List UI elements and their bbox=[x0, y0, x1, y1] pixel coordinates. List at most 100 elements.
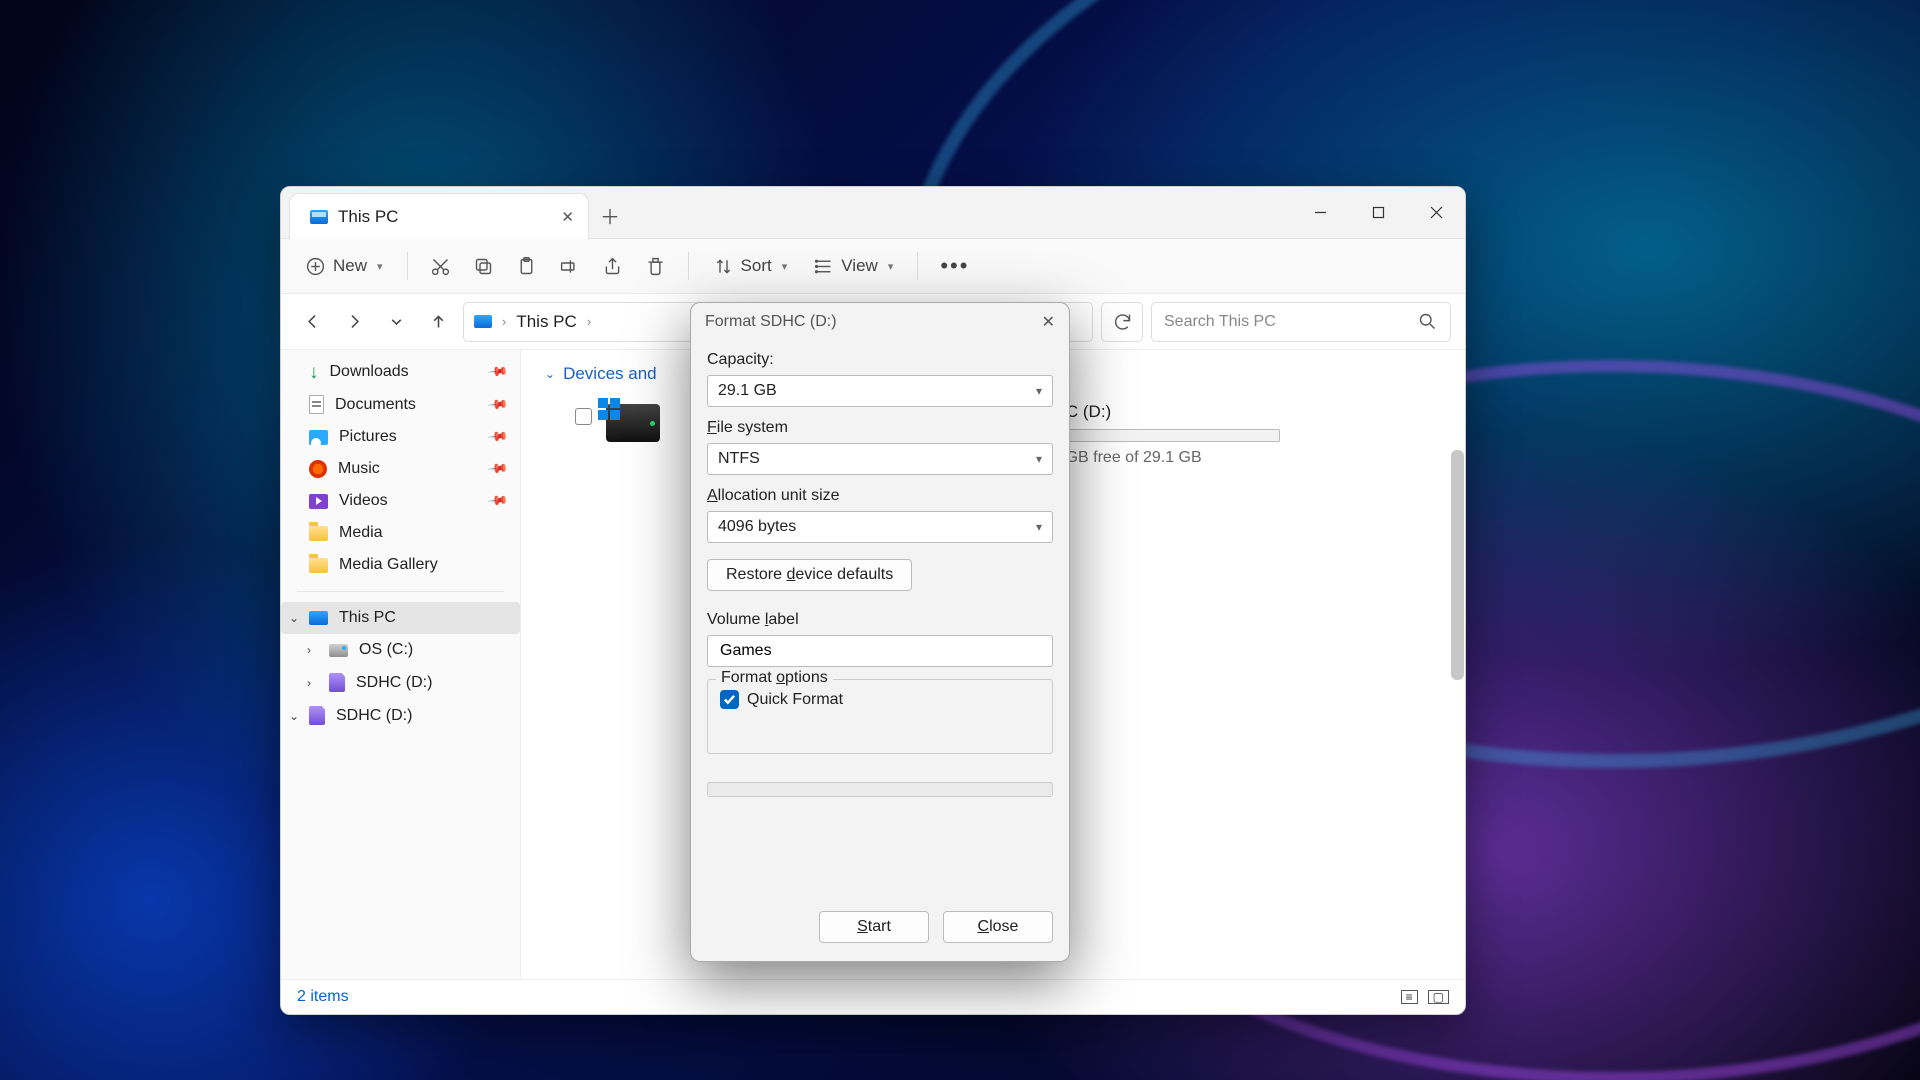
rename-button[interactable] bbox=[551, 250, 588, 283]
folder-icon bbox=[309, 526, 328, 541]
pin-icon: 📌 bbox=[487, 458, 510, 481]
search-input[interactable]: Search This PC bbox=[1151, 302, 1451, 342]
item-count: 2 items bbox=[297, 988, 349, 1006]
new-tab-button[interactable]: ＋ bbox=[589, 193, 631, 238]
pin-icon: 📌 bbox=[487, 490, 510, 513]
plus-circle-icon bbox=[305, 256, 326, 277]
sidebar-item-this-pc[interactable]: ⌄This PC bbox=[281, 602, 520, 634]
view-icon bbox=[813, 256, 834, 277]
sort-button[interactable]: Sort▾ bbox=[703, 250, 798, 283]
chevron-right-icon: › bbox=[502, 314, 506, 329]
sidebar-item-downloads[interactable]: ↓Downloads📌 bbox=[281, 356, 520, 388]
sidebar-item-media-gallery[interactable]: Media Gallery bbox=[281, 549, 520, 581]
close-tab-button[interactable]: ✕ bbox=[561, 208, 574, 226]
back-button[interactable] bbox=[295, 305, 329, 339]
up-button[interactable] bbox=[421, 305, 455, 339]
restore-defaults-button[interactable]: Restore device defaults bbox=[707, 559, 912, 591]
document-icon bbox=[309, 395, 324, 414]
download-icon: ↓ bbox=[309, 365, 319, 380]
minimize-button[interactable] bbox=[1291, 187, 1349, 238]
sidebar-item-documents[interactable]: Documents📌 bbox=[281, 388, 520, 421]
dialog-titlebar[interactable]: Format SDHC (D:) ✕ bbox=[691, 303, 1069, 341]
chevron-down-icon: ▾ bbox=[1036, 520, 1042, 534]
titlebar: This PC ✕ ＋ bbox=[281, 187, 1465, 239]
capacity-select[interactable]: 29.1 GB▾ bbox=[707, 375, 1053, 407]
close-dialog-button[interactable]: ✕ bbox=[1042, 312, 1055, 332]
chevron-down-icon: ▾ bbox=[1036, 452, 1042, 466]
sidebar-item-os-c[interactable]: ›OS (C:) bbox=[281, 634, 520, 666]
sidebar-item-media[interactable]: Media bbox=[281, 517, 520, 549]
volume-label-input[interactable] bbox=[707, 635, 1053, 667]
maximize-button[interactable] bbox=[1349, 187, 1407, 238]
chevron-down-icon: ⌄ bbox=[289, 709, 299, 723]
sidebar-item-videos[interactable]: Videos📌 bbox=[281, 485, 520, 517]
tiles-view-button[interactable]: ▢ bbox=[1428, 990, 1449, 1004]
sort-icon bbox=[713, 256, 734, 277]
recent-button[interactable] bbox=[379, 305, 413, 339]
new-button[interactable]: New▾ bbox=[295, 250, 393, 283]
status-bar: 2 items ≡ ▢ bbox=[281, 979, 1465, 1014]
volume-label-label: Volume label bbox=[707, 611, 1053, 629]
drive-os-c[interactable] bbox=[575, 402, 660, 467]
copy-button[interactable] bbox=[465, 250, 502, 283]
refresh-button[interactable] bbox=[1101, 302, 1143, 342]
music-icon bbox=[309, 460, 327, 478]
format-options-legend: Format options bbox=[716, 669, 833, 687]
windows-logo-icon bbox=[598, 398, 620, 420]
folder-icon bbox=[309, 558, 328, 573]
format-dialog: Format SDHC (D:) ✕ Capacity: 29.1 GB▾ Fi… bbox=[690, 302, 1070, 962]
chevron-down-icon: ⌄ bbox=[289, 611, 299, 625]
allocation-select[interactable]: 4096 bytes▾ bbox=[707, 511, 1053, 543]
forward-button[interactable] bbox=[337, 305, 371, 339]
share-button[interactable] bbox=[594, 250, 631, 283]
tab-this-pc[interactable]: This PC ✕ bbox=[289, 193, 589, 239]
chevron-right-icon: › bbox=[307, 676, 311, 690]
scissors-icon bbox=[430, 256, 451, 277]
checkbox[interactable] bbox=[575, 408, 592, 425]
chevron-right-icon: › bbox=[307, 643, 311, 657]
sidebar: ↓Downloads📌 Documents📌 Pictures📌 Music📌 … bbox=[281, 350, 521, 979]
search-icon bbox=[1417, 311, 1438, 332]
toolbar: New▾ Sort▾ View▾ ••• bbox=[281, 239, 1465, 294]
checkbox-checked-icon bbox=[720, 690, 739, 709]
more-button[interactable]: ••• bbox=[932, 247, 977, 285]
sidebar-item-sdhc-d-2[interactable]: ⌄SDHC (D:) bbox=[281, 699, 520, 732]
view-mode-toggle: ≡ ▢ bbox=[1401, 990, 1449, 1004]
close-button[interactable]: Close bbox=[943, 911, 1053, 943]
view-button[interactable]: View▾ bbox=[803, 250, 903, 283]
sidebar-item-music[interactable]: Music📌 bbox=[281, 453, 520, 485]
progress-bar bbox=[707, 782, 1053, 797]
chevron-right-icon: › bbox=[587, 314, 591, 329]
rename-icon bbox=[559, 256, 580, 277]
copy-icon bbox=[473, 256, 494, 277]
sidebar-item-pictures[interactable]: Pictures📌 bbox=[281, 421, 520, 453]
sd-card-icon bbox=[309, 706, 325, 725]
filesystem-select[interactable]: NTFS▾ bbox=[707, 443, 1053, 475]
picture-icon bbox=[309, 430, 328, 445]
tab-title: This PC bbox=[338, 207, 398, 227]
share-icon bbox=[602, 256, 623, 277]
chevron-down-icon: ⌄ bbox=[545, 367, 555, 381]
chevron-down-icon: ▾ bbox=[1036, 384, 1042, 398]
chevron-down-icon: ▾ bbox=[377, 260, 383, 273]
dialog-title: Format SDHC (D:) bbox=[705, 313, 837, 331]
scrollbar-thumb[interactable] bbox=[1451, 450, 1464, 680]
ellipsis-icon: ••• bbox=[940, 253, 969, 279]
paste-button[interactable] bbox=[508, 250, 545, 283]
details-view-button[interactable]: ≡ bbox=[1401, 990, 1418, 1004]
allocation-label: Allocation unit size bbox=[707, 487, 1053, 505]
breadcrumb[interactable]: This PC bbox=[516, 312, 576, 332]
capacity-label: Capacity: bbox=[707, 351, 1053, 369]
cut-button[interactable] bbox=[422, 250, 459, 283]
drive-icon bbox=[606, 404, 660, 442]
pin-icon: 📌 bbox=[487, 426, 510, 449]
format-options-group: Format options Quick Format bbox=[707, 679, 1053, 754]
close-window-button[interactable] bbox=[1407, 187, 1465, 238]
chevron-down-icon: ▾ bbox=[782, 260, 788, 273]
delete-button[interactable] bbox=[637, 250, 674, 283]
window-controls bbox=[1291, 187, 1465, 238]
clipboard-icon bbox=[516, 256, 537, 277]
quick-format-checkbox[interactable]: Quick Format bbox=[720, 690, 1040, 709]
sidebar-item-sdhc-d[interactable]: ›SDHC (D:) bbox=[281, 666, 520, 699]
start-button[interactable]: Start bbox=[819, 911, 929, 943]
